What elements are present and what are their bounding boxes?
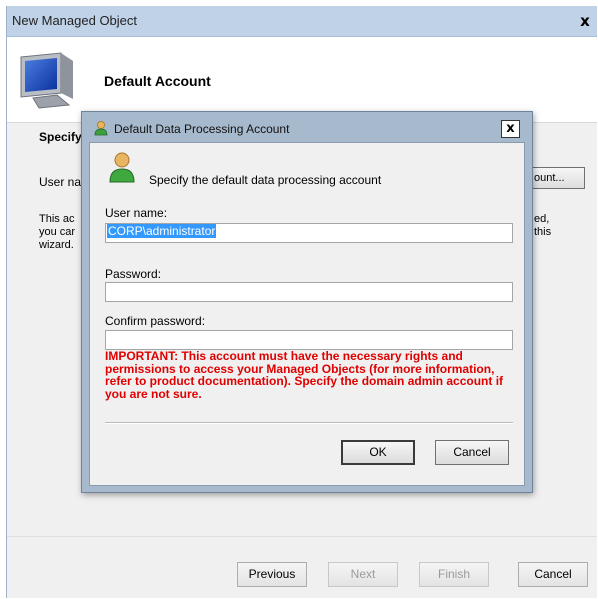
account-dialog: Default Data Processing Account x Specif…	[81, 111, 533, 493]
wizard-header: Default Account	[7, 37, 597, 122]
password-input[interactable]	[105, 282, 513, 302]
confirm-password-input[interactable]	[105, 330, 513, 350]
dialog-content: Specify the default data processing acco…	[89, 142, 525, 486]
wizard-close-button[interactable]: x	[577, 13, 593, 29]
wizard-titlebar[interactable]: New Managed Object x	[7, 6, 597, 37]
previous-button[interactable]: Previous	[237, 562, 307, 587]
monitor-icon	[20, 52, 73, 109]
dialog-title: Default Data Processing Account	[114, 122, 290, 136]
wizard-cancel-button[interactable]: Cancel	[518, 562, 588, 587]
wizard-footer: Previous Next Finish Cancel	[7, 536, 597, 598]
body-line: ed,	[534, 213, 550, 225]
username-label: User na	[39, 175, 82, 189]
finish-button[interactable]: Finish	[419, 562, 489, 587]
body-line: this	[534, 226, 552, 238]
username-input[interactable]: CORP\administrator	[105, 223, 513, 243]
next-button[interactable]: Next	[328, 562, 398, 587]
username-value: CORP\administrator	[107, 224, 217, 238]
specify-label: Specify	[39, 130, 82, 144]
user-icon	[109, 152, 135, 183]
important-warning: IMPORTANT: This account must have the ne…	[105, 349, 504, 401]
dialog-cancel-button[interactable]: Cancel	[435, 440, 509, 465]
dialog-titlebar[interactable]: Default Data Processing Account x	[82, 112, 532, 142]
ok-button[interactable]: OK	[341, 440, 415, 465]
confirm-password-label: Confirm password:	[105, 314, 206, 328]
dialog-username-label: User name:	[105, 206, 168, 220]
wizard-title: New Managed Object	[12, 13, 138, 28]
wizard-heading: Default Account	[104, 73, 211, 89]
body-right-text: ed, this	[534, 213, 551, 239]
user-icon	[94, 121, 108, 136]
dialog-prompt: Specify the default data processing acco…	[149, 173, 382, 187]
dialog-close-button[interactable]: x	[501, 120, 520, 138]
password-label: Password:	[105, 267, 162, 281]
dialog-separator	[105, 422, 513, 424]
